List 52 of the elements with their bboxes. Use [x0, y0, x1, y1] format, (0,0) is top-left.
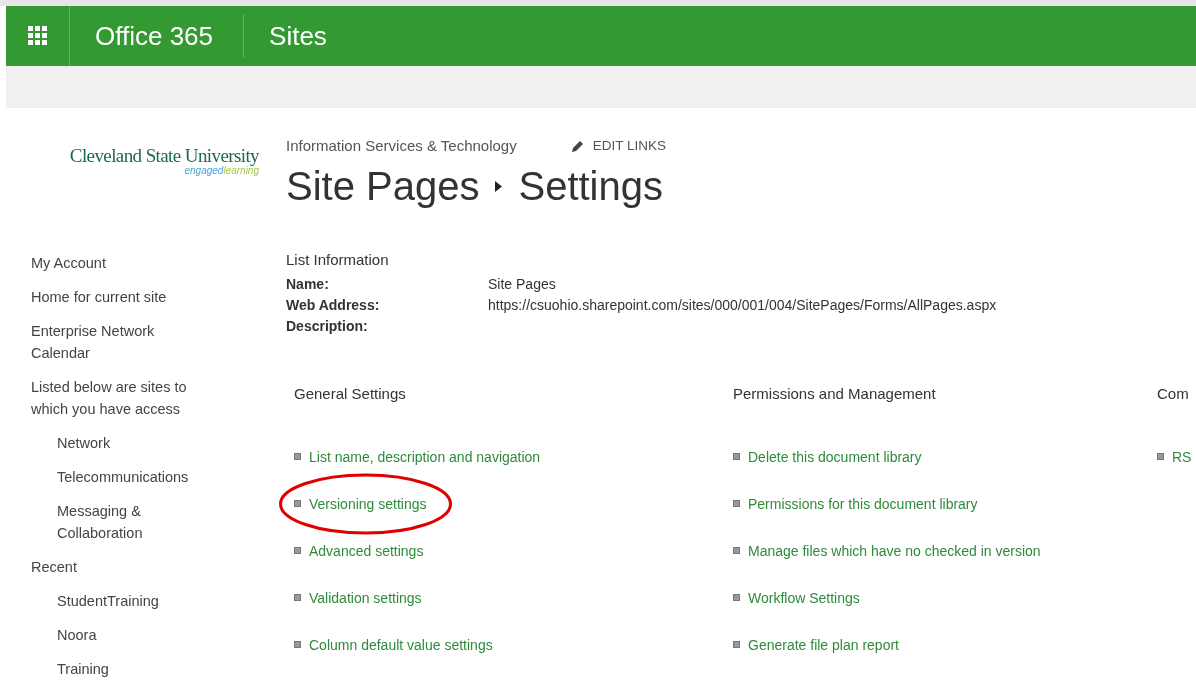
section-heading: General Settings: [294, 385, 407, 402]
settings-link[interactable]: List name, description and navigation: [309, 448, 541, 465]
settings-link[interactable]: Delete this document library: [748, 448, 922, 465]
settings-link[interactable]: Permissions for this document library: [748, 495, 978, 512]
bullet-icon: [1157, 453, 1164, 460]
field-label: Name:: [286, 276, 330, 292]
settings-link[interactable]: Advanced settings: [309, 542, 424, 559]
section-title[interactable]: Sites: [244, 6, 357, 66]
bullet-icon: [733, 453, 740, 460]
bullet-icon: [294, 547, 301, 554]
settings-link[interactable]: Validation settings: [309, 589, 422, 606]
bullet-icon: [294, 594, 301, 601]
settings-link[interactable]: Column default value settings: [309, 636, 493, 653]
nav-link[interactable]: Home for current site: [31, 286, 206, 308]
nav-link[interactable]: Telecommunications: [57, 466, 217, 488]
section-heading: Permissions and Management: [733, 385, 937, 402]
nav-link[interactable]: Training: [57, 658, 217, 680]
logo-name: Cleveland State University: [69, 145, 259, 167]
field-label: Web Address:: [286, 297, 381, 313]
settings-link[interactable]: Workflow Settings: [748, 589, 860, 606]
nav-link[interactable]: Noora: [57, 624, 217, 646]
waffle-icon: [27, 26, 48, 47]
settings-link[interactable]: Versioning settings: [309, 495, 427, 512]
edit-links-button[interactable]: EDIT LINKS: [570, 138, 666, 153]
nav-link[interactable]: Network: [57, 432, 217, 454]
settings-link[interactable]: RS: [1172, 448, 1192, 465]
settings-link[interactable]: Generate file plan report: [748, 636, 899, 653]
field-label: Description:: [286, 318, 369, 334]
nav-link[interactable]: Recent: [31, 556, 206, 578]
bullet-icon: [733, 641, 740, 648]
nav-link[interactable]: Messaging & Collaboration: [57, 500, 217, 544]
section-heading: Com: [1157, 385, 1190, 402]
bullet-icon: [294, 641, 301, 648]
pencil-icon: [570, 138, 585, 153]
bullet-icon: [733, 594, 740, 601]
nav-link[interactable]: StudentTraining: [57, 590, 217, 612]
breadcrumb-arrow-icon: [495, 181, 503, 192]
bullet-icon: [294, 453, 301, 460]
page-title[interactable]: Site Pages: [286, 164, 480, 209]
page-title: Settings: [518, 164, 663, 209]
bullet-icon: [294, 500, 301, 507]
bullet-icon: [733, 500, 740, 507]
field-value: Site Pages: [488, 276, 557, 292]
settings-link[interactable]: Manage files which have no checked in version: [748, 542, 1041, 559]
app-title[interactable]: Office 365: [70, 6, 244, 66]
section-heading: List Information: [286, 251, 390, 268]
site-link[interactable]: Information Services & Technology: [286, 137, 517, 154]
nav-link[interactable]: My Account: [31, 252, 206, 274]
nav-link[interactable]: Listed below are sites to which you have access: [31, 376, 206, 420]
bullet-icon: [733, 547, 740, 554]
nav-link[interactable]: Enterprise Network Calendar: [31, 320, 206, 364]
field-value: https://csuohio.sharepoint.com/sites/000/001/004/SitePages/Forms/AllPages.aspx: [488, 297, 998, 313]
